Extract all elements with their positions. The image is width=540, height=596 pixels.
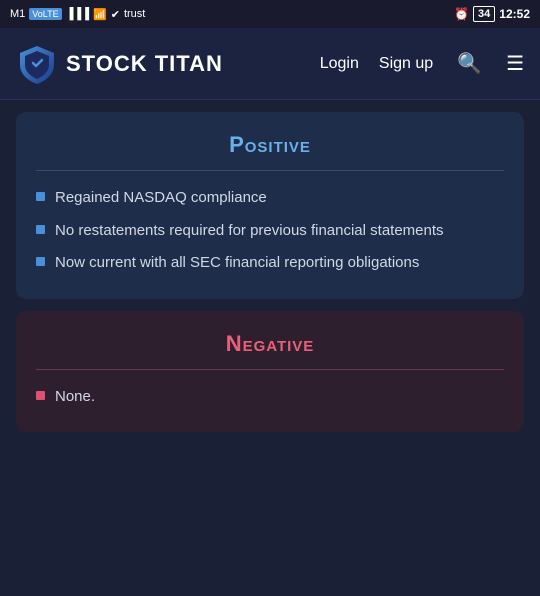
bullet-icon-2	[36, 225, 45, 234]
main-content: Positive Regained NASDAQ compliance No r…	[0, 100, 540, 444]
bullet-icon-3	[36, 257, 45, 266]
status-bar: M1 VoLTE ▐▐▐ 📶 ✔ trust ⏰ 34 12:52	[0, 0, 540, 28]
bullet-icon-1	[36, 192, 45, 201]
wifi-icon: 📶	[93, 8, 107, 21]
battery-indicator: 34	[473, 6, 495, 22]
negative-item-1: None.	[36, 386, 504, 409]
negative-card-title: Negative	[36, 331, 504, 357]
nav-links: Login Sign up 🔍 ☰	[320, 51, 524, 76]
menu-icon[interactable]: ☰	[506, 51, 524, 76]
positive-item-1: Regained NASDAQ compliance	[36, 187, 504, 210]
positive-item-2-text: No restatements required for previous fi…	[55, 220, 444, 243]
positive-item-1-text: Regained NASDAQ compliance	[55, 187, 267, 210]
positive-card-title: Positive	[36, 132, 504, 158]
whatsapp-icon: ✔	[111, 8, 120, 21]
negative-bullet-list: None.	[36, 386, 504, 409]
logo-icon	[16, 43, 58, 85]
volte-badge: VoLTE	[29, 8, 61, 20]
signup-link[interactable]: Sign up	[379, 55, 433, 73]
positive-item-3-text: Now current with all SEC financial repor…	[55, 252, 419, 275]
positive-item-3: Now current with all SEC financial repor…	[36, 252, 504, 275]
negative-card: Negative None.	[16, 311, 524, 433]
trust-label: trust	[124, 8, 145, 20]
positive-bullet-list: Regained NASDAQ compliance No restatemen…	[36, 187, 504, 275]
bullet-icon-neg-1	[36, 391, 45, 400]
status-right: ⏰ 34 12:52	[454, 6, 530, 22]
negative-divider	[36, 369, 504, 370]
positive-divider	[36, 170, 504, 171]
alarm-icon: ⏰	[454, 7, 469, 21]
time-display: 12:52	[499, 7, 530, 21]
positive-card: Positive Regained NASDAQ compliance No r…	[16, 112, 524, 299]
search-icon[interactable]: 🔍	[457, 51, 482, 76]
carrier-label: M1	[10, 8, 25, 20]
negative-item-1-text: None.	[55, 386, 95, 409]
signal-icon: ▐▐▐	[66, 8, 89, 20]
logo-text: STOCK TITAN	[66, 51, 223, 77]
navbar: STOCK TITAN Login Sign up 🔍 ☰	[0, 28, 540, 100]
login-link[interactable]: Login	[320, 55, 359, 73]
positive-item-2: No restatements required for previous fi…	[36, 220, 504, 243]
logo-container: STOCK TITAN	[16, 43, 320, 85]
status-left: M1 VoLTE ▐▐▐ 📶 ✔ trust	[10, 8, 145, 21]
